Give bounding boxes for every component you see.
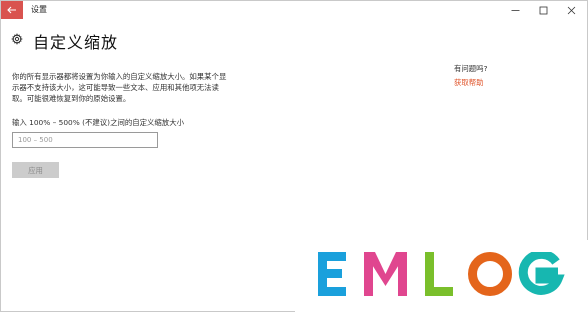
title-bar: 设置	[1, 1, 587, 19]
back-button[interactable]	[1, 1, 23, 19]
close-button[interactable]	[557, 1, 585, 19]
minimize-icon	[511, 9, 519, 11]
description-line: 示器不支持该大小，这可能导致一些文本、应用和其他项无法读	[12, 83, 219, 92]
apply-button[interactable]: 应用	[12, 162, 59, 178]
description-line: 你的所有显示器都将设置为你输入的自定义缩放大小。如果某个显	[12, 72, 227, 81]
page-title: 自定义缩放	[33, 33, 119, 52]
close-icon	[567, 6, 575, 14]
get-help-link[interactable]: 获取帮助	[454, 77, 484, 88]
description-line: 取。可能很难恢复到你的原始设置。	[12, 94, 131, 103]
description-text: 你的所有显示器都将设置为你输入的自定义缩放大小。如果某个显 示器不支持该大小，这…	[12, 71, 292, 104]
back-arrow-icon	[7, 6, 16, 14]
scale-input-label: 输入 100% – 500% (不建议)之间的自定义缩放大小	[12, 118, 184, 127]
minimize-button[interactable]	[501, 1, 529, 19]
window-title: 设置	[31, 5, 47, 14]
emlog-watermark-icon	[318, 252, 565, 296]
custom-scale-input[interactable]	[12, 132, 158, 148]
help-question: 有问题吗?	[454, 64, 488, 73]
maximize-button[interactable]	[529, 1, 557, 19]
gear-icon	[11, 33, 23, 45]
maximize-icon	[539, 6, 547, 14]
